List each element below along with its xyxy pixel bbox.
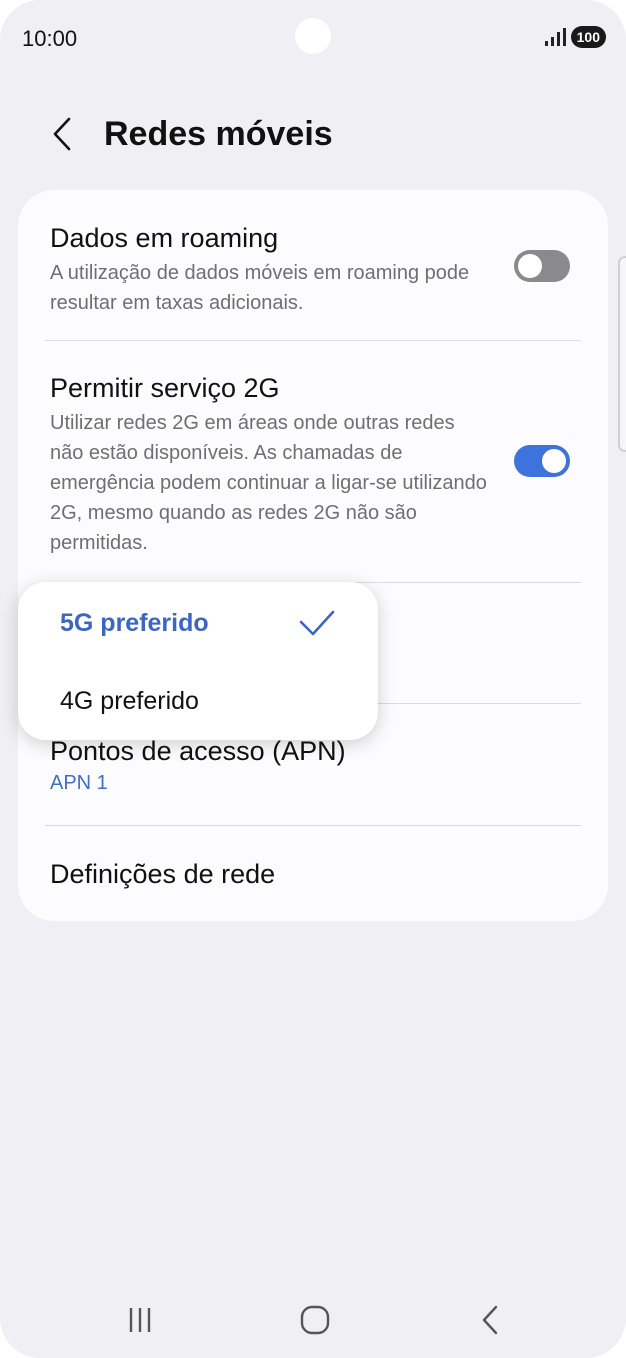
divider: [45, 340, 581, 341]
chevron-left-icon: [53, 117, 71, 151]
page-title: Redes móveis: [104, 115, 333, 153]
service-2g-toggle[interactable]: [514, 445, 570, 477]
toggle-knob: [542, 449, 566, 473]
option-5g-preferred[interactable]: 5G preferido: [60, 606, 209, 640]
recents-icon: [129, 1308, 151, 1332]
scroll-handle[interactable]: [618, 256, 626, 452]
status-icons: 100: [543, 26, 606, 48]
network-settings-title: Definições de rede: [50, 859, 276, 889]
roaming-title: Dados em roaming: [50, 223, 279, 253]
service-2g-setting[interactable]: Permitir serviço 2G Utilizar redes 2G em…: [50, 370, 490, 558]
service-2g-description: Utilizar redes 2G em áreas onde outras r…: [50, 412, 487, 554]
toggle-knob: [518, 254, 542, 278]
camera-cutout: [295, 18, 331, 54]
nav-back-button[interactable]: [460, 1298, 520, 1342]
home-button[interactable]: [285, 1298, 345, 1342]
home-icon: [300, 1305, 330, 1335]
status-time: 10:00: [22, 26, 78, 51]
divider: [45, 825, 581, 826]
battery-level: 100: [570, 26, 606, 48]
phone-screen: 10:00 100 Redes móveis Dados em roaming …: [0, 0, 626, 1358]
recents-button[interactable]: [110, 1298, 170, 1342]
check-icon: [299, 610, 335, 636]
option-4g-preferred[interactable]: 4G preferido: [60, 684, 199, 718]
settings-card: Dados em roaming A utilização de dados m…: [18, 190, 608, 921]
back-icon: [482, 1305, 498, 1335]
apn-setting[interactable]: Pontos de acesso (APN) APN 1: [50, 733, 580, 797]
service-2g-title: Permitir serviço 2G: [50, 373, 280, 403]
signal-bars-icon: [544, 28, 566, 46]
roaming-setting[interactable]: Dados em roaming A utilização de dados m…: [50, 220, 490, 318]
apn-value: APN 1: [50, 772, 108, 794]
back-button[interactable]: [40, 112, 84, 156]
roaming-description: A utilização de dados móveis em roaming …: [50, 262, 470, 314]
network-mode-popup: 5G preferido 4G preferido: [18, 582, 378, 740]
roaming-toggle[interactable]: [514, 250, 570, 282]
network-settings-item[interactable]: Definições de rede: [50, 856, 580, 892]
